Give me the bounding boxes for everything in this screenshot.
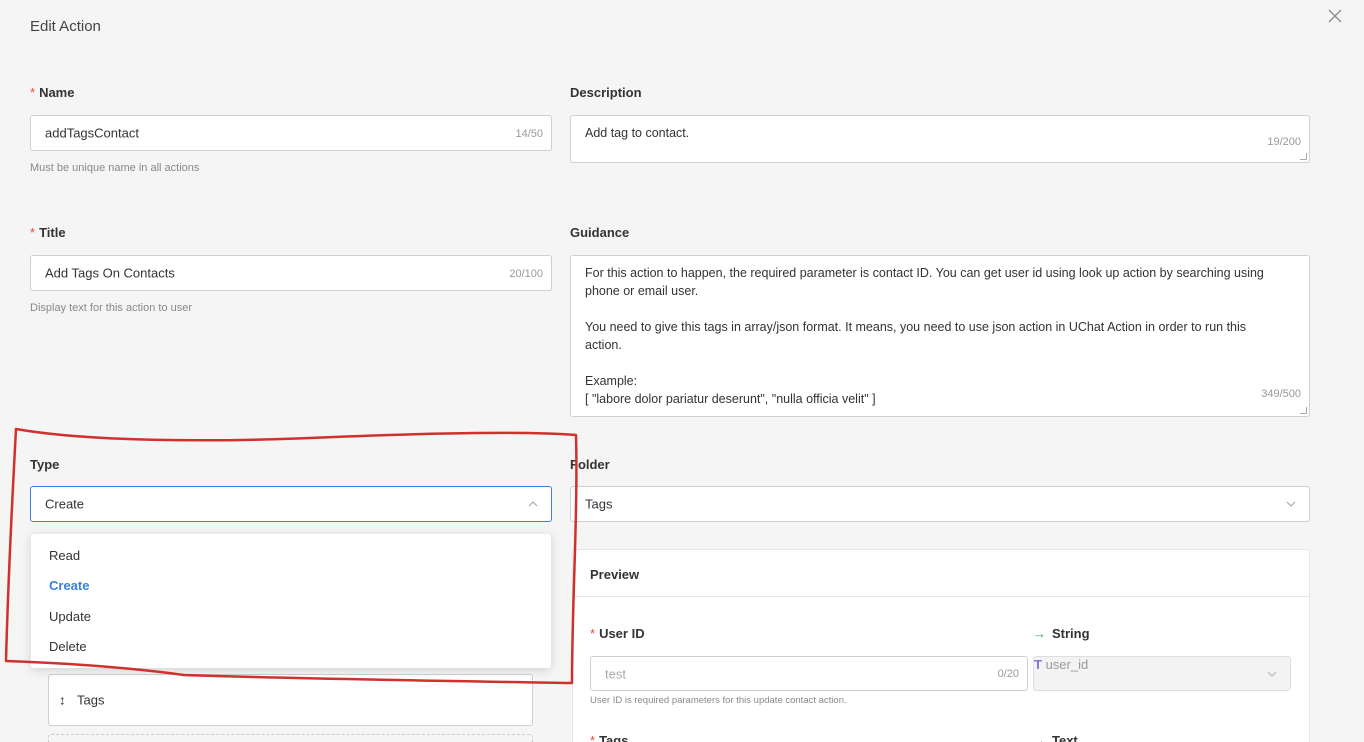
folder-value: Tags [585, 496, 613, 512]
user-id-label: * User ID [590, 626, 645, 641]
user-id-hint: User ID is required parameters for this … [590, 695, 847, 706]
resize-handle[interactable] [1300, 407, 1307, 414]
sort-icon: ↕ [59, 692, 66, 708]
folder-select[interactable]: Tags [570, 486, 1310, 522]
resize-handle[interactable] [1300, 153, 1307, 160]
user-id-type: → String [1033, 626, 1090, 641]
description-counter: 19/200 [1267, 136, 1301, 148]
user-id-variable: user_id [1045, 657, 1089, 672]
add-param-dropzone[interactable] [48, 734, 533, 742]
required-mark: * [30, 85, 36, 100]
title-hint: Display text for this action to user [30, 302, 193, 314]
tags-param-value: Tags [77, 692, 105, 708]
name-counter: 14/50 [515, 128, 543, 140]
description-value: Add tag to contact. [585, 126, 690, 140]
title-counter: 20/100 [509, 268, 543, 280]
user-id-input[interactable]: test 0/20 [590, 656, 1028, 691]
user-id-variable-select[interactable]: T user_id [1033, 656, 1291, 691]
preview-header: Preview [573, 550, 1309, 597]
name-label: * Name [30, 85, 75, 100]
name-value: addTagsContact [45, 125, 139, 141]
required-mark: * [30, 225, 36, 240]
close-icon[interactable] [1325, 8, 1345, 28]
tags-label: * Tags [590, 733, 628, 742]
chevron-down-icon [1267, 671, 1277, 677]
required-mark: * [590, 626, 596, 641]
text-type-icon: T [1034, 657, 1042, 672]
arrow-right-icon: → [1033, 733, 1046, 742]
guidance-label: Guidance [570, 225, 630, 240]
title-value: Add Tags On Contacts [45, 265, 175, 281]
title-input[interactable]: Add Tags On Contacts 20/100 [30, 255, 552, 291]
annotation-highlight [4, 427, 578, 685]
user-id-placeholder: test [605, 666, 626, 681]
guidance-counter: 349/500 [1261, 388, 1301, 400]
required-mark: * [590, 733, 596, 742]
modal-title: Edit Action [30, 18, 101, 35]
chevron-down-icon [1286, 501, 1296, 507]
description-label: Description [570, 85, 642, 100]
name-hint: Must be unique name in all actions [30, 162, 200, 174]
user-id-counter: 0/20 [997, 668, 1019, 680]
tags-type: → Text [1033, 733, 1078, 742]
title-label: * Title [30, 225, 66, 240]
guidance-textarea[interactable]: For this action to happen, the required … [570, 255, 1310, 417]
arrow-right-icon: → [1033, 626, 1046, 641]
guidance-value: For this action to happen, the required … [585, 266, 1264, 406]
preview-title: Preview [590, 567, 640, 582]
preview-panel: Preview * User ID → String test 0/20 T use… [572, 549, 1310, 742]
name-input[interactable]: addTagsContact 14/50 [30, 115, 552, 151]
description-textarea[interactable]: Add tag to contact. 19/200 [570, 115, 1310, 163]
